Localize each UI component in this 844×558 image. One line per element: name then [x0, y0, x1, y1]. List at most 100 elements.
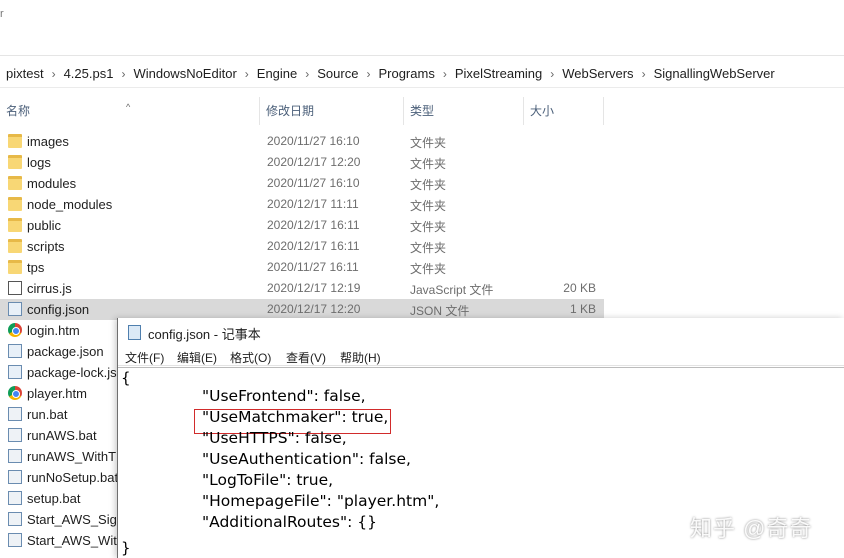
notepad-title: config.json - 记事本 — [148, 327, 261, 342]
config-line: "UseHTTPS": false, — [202, 429, 347, 447]
breadcrumb-item[interactable]: 4.25.ps1 — [64, 66, 114, 81]
file-date: 2020/11/27 16:10 — [267, 176, 360, 190]
breadcrumb-separator-icon[interactable]: › — [443, 67, 447, 81]
file-date: 2020/12/17 16:11 — [267, 218, 360, 232]
file-name: tps — [27, 260, 45, 275]
bat-file-icon — [8, 428, 22, 442]
file-row[interactable]: config.json 2020/12/17 12:20 JSON 文件 1 KB — [0, 299, 604, 320]
menu-view[interactable]: 查看(V) — [286, 349, 326, 366]
file-name: runAWS_WithTU — [27, 449, 126, 464]
folder-icon — [8, 155, 22, 169]
folder-icon — [8, 260, 22, 274]
file-type: 文件夹 — [410, 241, 447, 255]
ribbon-strip: r — [0, 0, 844, 56]
file-row[interactable]: tps 2020/11/27 16:11 文件夹 — [0, 257, 604, 278]
menu-format[interactable]: 格式(O) — [230, 349, 271, 366]
file-name: cirrus.js — [27, 281, 72, 296]
file-row[interactable]: images 2020/11/27 16:10 文件夹 — [0, 131, 604, 152]
breadcrumb-item[interactable]: Programs — [378, 66, 434, 81]
breadcrumb-item[interactable]: PixelStreaming — [455, 66, 542, 81]
column-header: 名称 ^ 修改日期 类型 大小 — [0, 97, 844, 125]
config-line: "UseMatchmaker": true, — [202, 408, 389, 426]
config-line: "HomepageFile": "player.htm", — [202, 492, 440, 510]
column-type[interactable]: 类型 — [404, 97, 524, 125]
bat-file-icon — [8, 512, 22, 526]
file-name: runNoSetup.bat — [27, 470, 119, 485]
file-size: 20 KB — [563, 281, 596, 295]
js-file-icon — [8, 281, 22, 295]
breadcrumb-item[interactable]: SignallingWebServer — [654, 66, 775, 81]
file-row[interactable]: modules 2020/11/27 16:10 文件夹 — [0, 173, 604, 194]
file-name: node_modules — [27, 197, 113, 212]
json-file-icon — [8, 344, 22, 358]
menu-edit[interactable]: 编辑(E) — [177, 349, 217, 366]
file-type: 文件夹 — [410, 220, 447, 234]
breadcrumb-separator-icon[interactable]: › — [245, 67, 249, 81]
folder-icon — [8, 218, 22, 232]
breadcrumb-separator-icon[interactable]: › — [550, 67, 554, 81]
file-row[interactable]: logs 2020/12/17 12:20 文件夹 — [0, 152, 604, 173]
breadcrumb-separator-icon[interactable]: › — [305, 67, 309, 81]
column-name-label: 名称 — [6, 104, 31, 118]
json-file-icon — [8, 302, 22, 316]
file-name: package-lock.js — [27, 365, 117, 380]
file-name: logs — [27, 155, 51, 170]
notepad-menu-bar: 文件(F) 编辑(E) 格式(O) 查看(V) 帮助(H) — [118, 346, 844, 366]
breadcrumb-item[interactable]: WindowsNoEditor — [133, 66, 236, 81]
breadcrumb-item[interactable]: WebServers — [562, 66, 633, 81]
file-size: 1 KB — [569, 302, 596, 316]
file-type: JSON 文件 — [410, 304, 470, 318]
file-date: 2020/12/17 16:11 — [267, 239, 360, 253]
menu-file[interactable]: 文件(F) — [125, 349, 164, 366]
file-name: player.htm — [27, 386, 87, 401]
column-size[interactable]: 大小 — [524, 97, 604, 125]
sort-ascending-icon: ^ — [126, 102, 131, 112]
breadcrumb-separator-icon[interactable]: › — [642, 67, 646, 81]
breadcrumb-item[interactable]: Source — [317, 66, 358, 81]
open-brace: { — [121, 369, 131, 387]
breadcrumb-separator-icon[interactable]: › — [121, 67, 125, 81]
file-type: 文件夹 — [410, 199, 447, 213]
breadcrumb-item[interactable]: pixtest — [6, 66, 44, 81]
file-date: 2020/11/27 16:10 — [267, 134, 360, 148]
close-brace: } — [121, 539, 131, 557]
file-name: run.bat — [27, 407, 68, 422]
file-row[interactable]: node_modules 2020/12/17 11:11 文件夹 — [0, 194, 604, 215]
folder-icon — [8, 176, 22, 190]
breadcrumb-separator-icon[interactable]: › — [366, 67, 370, 81]
file-name: public — [27, 218, 61, 233]
column-size-label: 大小 — [530, 104, 555, 118]
file-row[interactable]: scripts 2020/12/17 16:11 文件夹 — [0, 236, 604, 257]
file-date: 2020/12/17 12:20 — [267, 302, 361, 316]
column-type-label: 类型 — [410, 104, 435, 118]
file-name: modules — [27, 176, 77, 191]
file-type: 文件夹 — [410, 136, 447, 150]
config-line: "UseFrontend": false, — [202, 387, 366, 405]
file-row[interactable]: cirrus.js 2020/12/17 12:19 JavaScript 文件 20… — [0, 278, 604, 299]
file-name: package.json — [27, 344, 104, 359]
file-name: Start_AWS_With — [27, 533, 125, 548]
bat-file-icon — [8, 533, 22, 547]
file-name: Start_AWS_Sign — [27, 512, 125, 527]
file-name: scripts — [27, 239, 65, 254]
bat-file-icon — [8, 491, 22, 505]
notepad-title-bar[interactable]: config.json - 记事本 — [118, 318, 844, 346]
chrome-icon — [8, 386, 22, 400]
breadcrumb: pixtest › 4.25.ps1 › WindowsNoEditor › Engine ›… — [0, 60, 844, 88]
menu-help[interactable]: 帮助(H) — [340, 349, 381, 366]
file-name: config.json — [27, 302, 90, 317]
breadcrumb-separator-icon[interactable]: › — [52, 67, 56, 81]
file-type: 文件夹 — [410, 157, 447, 171]
column-modified-label: 修改日期 — [266, 104, 315, 118]
bat-file-icon — [8, 470, 22, 484]
file-row[interactable]: public 2020/12/17 16:11 文件夹 — [0, 215, 604, 236]
file-name: images — [27, 134, 69, 149]
column-name[interactable]: 名称 ^ — [0, 97, 260, 125]
config-line: "AdditionalRoutes": {} — [202, 513, 378, 531]
file-date: 2020/11/27 16:11 — [267, 260, 359, 274]
breadcrumb-item[interactable]: Engine — [257, 66, 297, 81]
config-line: "UseAuthentication": false, — [202, 450, 411, 468]
file-type: 文件夹 — [410, 178, 447, 192]
column-modified[interactable]: 修改日期 — [260, 97, 404, 125]
chrome-icon — [8, 323, 22, 337]
